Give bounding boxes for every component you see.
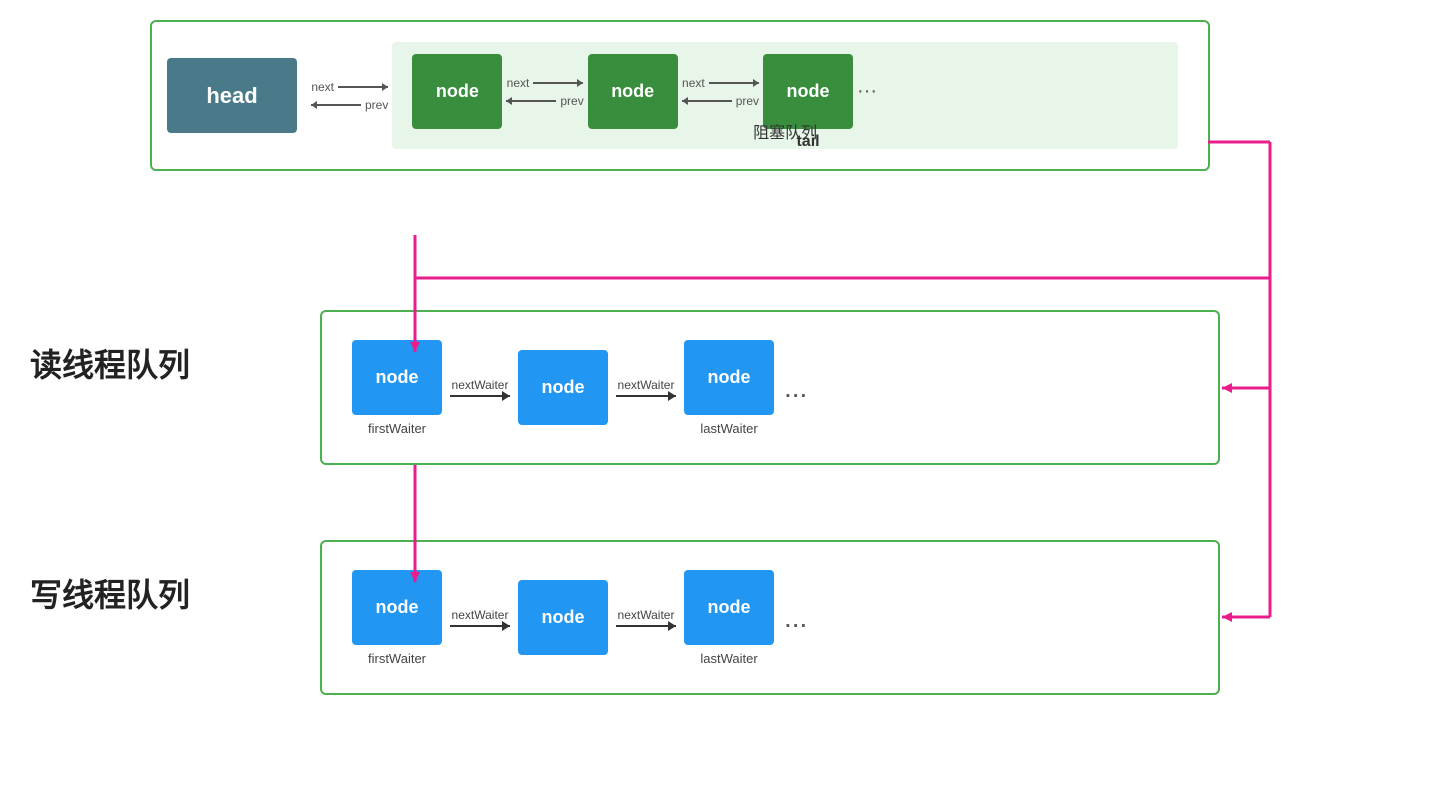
read-lastwaiter-label: lastWaiter <box>700 421 757 436</box>
write-node-1-wrapper: node firstWaiter <box>352 570 442 666</box>
read-arrow-h-2 <box>616 395 676 397</box>
arrow-left-line-2 <box>506 100 556 102</box>
write-dots: ... <box>784 602 807 634</box>
write-node-2-label: node <box>542 607 585 628</box>
next-label-3: next <box>682 76 705 90</box>
read-node-2-wrapper: node <box>518 350 608 425</box>
write-node-3-wrapper: node lastWaiter <box>684 570 774 666</box>
write-node-2: node <box>518 580 608 655</box>
queue-node-2: node <box>588 54 678 129</box>
write-arrow-2: nextWaiter <box>616 608 676 627</box>
write-arrow-1: nextWaiter <box>450 608 510 627</box>
top-dots: ··· <box>857 80 877 103</box>
read-node-3-wrapper: node lastWaiter <box>684 340 774 436</box>
read-node-3-label: node <box>708 367 751 388</box>
write-nextwaiter-label-2: nextWaiter <box>618 608 675 622</box>
write-section-title: 写线程队列 <box>30 570 190 616</box>
arrow-node1-to-node2: next prev <box>506 76 583 108</box>
read-node-1-label: node <box>376 367 419 388</box>
head-label: head <box>206 83 257 109</box>
write-node-2-wrapper: node <box>518 580 608 655</box>
read-node-2-label: node <box>542 377 585 398</box>
read-node-1: node <box>352 340 442 415</box>
blocking-queue-section: head next prev node next <box>150 20 1210 171</box>
read-node-3: node <box>684 340 774 415</box>
read-queue-section: node firstWaiter nextWaiter node nextWai… <box>320 310 1220 465</box>
arrow-right-line-3 <box>709 82 759 84</box>
next-arrow-2: next <box>507 76 584 90</box>
write-arrow-h-2 <box>616 625 676 627</box>
write-node-1-label: node <box>376 597 419 618</box>
write-node-1: node <box>352 570 442 645</box>
queue-node-tail: node <box>763 54 853 129</box>
next-arrow-3: next <box>682 76 759 90</box>
read-arrow-1: nextWaiter <box>450 378 510 397</box>
write-queue-section: node firstWaiter nextWaiter node nextWai… <box>320 540 1220 695</box>
read-node-1-wrapper: node firstWaiter <box>352 340 442 436</box>
read-node-2: node <box>518 350 608 425</box>
read-arrow-2: nextWaiter <box>616 378 676 397</box>
prev-arrow-3: prev <box>682 94 759 108</box>
prev-label-2: prev <box>560 94 583 108</box>
arrow-left-line-3 <box>682 100 732 102</box>
queue-node-2-label: node <box>611 81 654 102</box>
read-section-title: 读线程队列 <box>30 340 190 386</box>
write-arrow-h-1 <box>450 625 510 627</box>
queue-node-tail-label: node <box>787 81 830 102</box>
read-firstwaiter-label: firstWaiter <box>368 421 426 436</box>
write-lastwaiter-label: lastWaiter <box>700 651 757 666</box>
read-nextwaiter-label-2: nextWaiter <box>618 378 675 392</box>
prev-label-1: prev <box>365 98 388 112</box>
next-arrow-right: next <box>311 80 388 94</box>
read-nextwaiter-label-1: nextWaiter <box>452 378 509 392</box>
queue-label: 阻塞队列 <box>753 119 817 143</box>
read-dots: ... <box>784 372 807 404</box>
read-arrow-h-1 <box>450 395 510 397</box>
prev-label-3: prev <box>736 94 759 108</box>
queue-node-1: node <box>412 54 502 129</box>
queue-inner: node next prev node next <box>392 42 1178 149</box>
head-box: head <box>167 58 297 133</box>
write-node-3-label: node <box>708 597 751 618</box>
write-firstwaiter-label: firstWaiter <box>368 651 426 666</box>
arrow-left-line-1 <box>311 104 361 106</box>
write-nextwaiter-label-1: nextWaiter <box>452 608 509 622</box>
arrow-right-line-2 <box>533 82 583 84</box>
prev-arrow-2: prev <box>506 94 583 108</box>
diagram-container: head next prev node next <box>0 0 1430 794</box>
write-node-3: node <box>684 570 774 645</box>
prev-arrow-left: prev <box>311 98 388 112</box>
arrow-head-to-node1: next prev <box>311 80 388 112</box>
next-label-1: next <box>311 80 334 94</box>
queue-node-1-label: node <box>436 81 479 102</box>
arrow-right-line-1 <box>338 86 388 88</box>
next-label-2: next <box>507 76 530 90</box>
tail-node-wrapper: node tail <box>763 54 853 129</box>
arrow-node2-to-node3: next prev <box>682 76 759 108</box>
